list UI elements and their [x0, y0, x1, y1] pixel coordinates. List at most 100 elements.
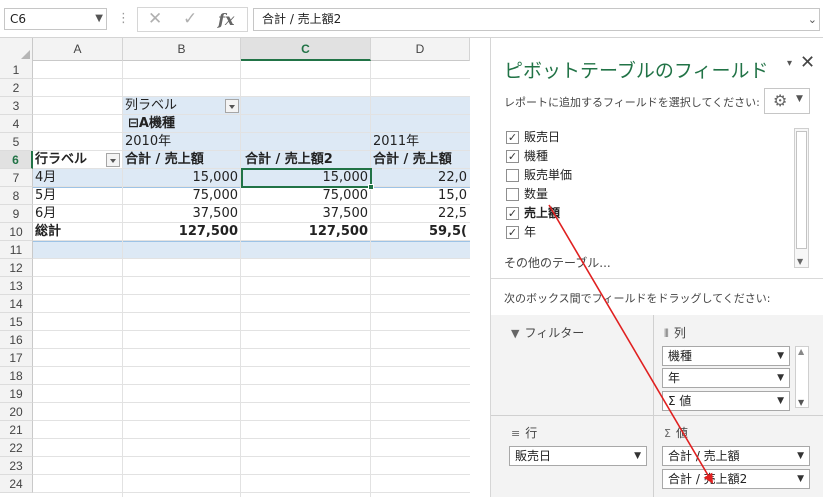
gridline-row	[33, 492, 470, 493]
formula-input[interactable]: 合計 / 売上額2 ⌄	[253, 8, 820, 31]
pivot-total-cell: 59,5(	[428, 224, 467, 239]
column-header-c[interactable]: C	[241, 38, 371, 61]
value-field-sales-sum-2[interactable]: 合計 / 売上額2 ▼	[662, 469, 810, 489]
scrollbar-thumb[interactable]	[796, 131, 807, 249]
checkbox[interactable]: ✓	[506, 226, 519, 239]
row-header-8[interactable]: 8	[0, 187, 33, 205]
close-icon[interactable]: ✕	[800, 52, 815, 73]
row-header-24[interactable]: 24	[0, 475, 33, 493]
chevron-down-icon[interactable]: ▼	[797, 447, 804, 465]
scroll-up-icon[interactable]: ▲	[798, 347, 804, 356]
row-header-15[interactable]: 15	[0, 313, 33, 331]
row-header-16[interactable]: 16	[0, 331, 33, 349]
column-field-values[interactable]: Σ 値 ▼	[662, 391, 790, 411]
field-list-scrollbar[interactable]: ▼	[794, 128, 809, 268]
scroll-down-icon[interactable]: ▼	[798, 398, 804, 407]
sigma-icon: Σ	[664, 427, 671, 440]
gridline-row	[33, 348, 470, 349]
name-box[interactable]: C6 ▼	[4, 8, 107, 30]
row-header-19[interactable]: 19	[0, 385, 33, 403]
fill-handle[interactable]	[368, 184, 374, 190]
cancel-icon[interactable]: ✕	[148, 8, 162, 31]
chevron-down-icon[interactable]: ▼	[95, 9, 103, 29]
row-header-10[interactable]: 10	[0, 223, 33, 241]
column-header-d[interactable]: D	[371, 38, 470, 61]
chevron-down-icon[interactable]: ▼	[777, 392, 784, 410]
row-header-3[interactable]: 3	[0, 97, 33, 115]
row-header-5[interactable]: 5	[0, 133, 33, 151]
pivot-column-labels-header: 列ラベル	[125, 98, 178, 113]
value-field-sales-sum[interactable]: 合計 / 売上額 ▼	[662, 446, 810, 466]
row-header-20[interactable]: 20	[0, 403, 33, 421]
worksheet-grid[interactable]: A B C D 1 2 3 4 5 6 7 8 9 10 11 12 13 14 15 16 17 18 19 20 2…	[0, 38, 470, 497]
checkbox[interactable]	[506, 169, 519, 182]
select-all-button[interactable]	[0, 38, 33, 61]
row-header-18[interactable]: 18	[0, 367, 33, 385]
field-label: 販売日	[524, 130, 561, 144]
row-header-7[interactable]: 7	[0, 169, 33, 187]
check-icon[interactable]: ✓	[183, 8, 197, 31]
row-header-23[interactable]: 23	[0, 457, 33, 475]
row-header-22[interactable]: 22	[0, 439, 33, 457]
row-header-11[interactable]: 11	[0, 241, 33, 259]
row-header-21[interactable]: 21	[0, 421, 33, 439]
gridline-row	[33, 366, 470, 367]
column-header-b[interactable]: B	[123, 38, 241, 61]
gridline-row	[33, 330, 470, 331]
checkbox[interactable]: ✓	[506, 207, 519, 220]
row-field-sales-date[interactable]: 販売日 ▼	[509, 446, 647, 466]
row-labels-filter-button[interactable]	[106, 153, 120, 167]
pivot-row-label: 5月	[35, 188, 57, 203]
expand-formula-icon[interactable]: ⌄	[808, 9, 817, 30]
rows-area-title: ≡ 行	[511, 426, 538, 440]
pivot-row-label: 4月	[35, 170, 57, 185]
field-label: 販売単価	[524, 168, 573, 182]
drag-fields-prompt: 次のボックス間でフィールドをドラッグしてください:	[504, 292, 771, 305]
checkbox[interactable]	[506, 188, 519, 201]
chevron-down-icon[interactable]: ▼	[797, 470, 804, 488]
more-tables-link[interactable]: その他のテーブル...	[504, 254, 611, 271]
row-header-6[interactable]: 6	[0, 151, 33, 169]
pivot-fields-panel: ピボットテーブルのフィールド ▾ ✕ レポートに追加するフィールドを選択してくだ…	[490, 38, 823, 497]
gridline-row	[33, 294, 470, 295]
scroll-down-icon[interactable]: ▼	[797, 257, 803, 266]
checkbox[interactable]: ✓	[506, 131, 519, 144]
row-header-14[interactable]: 14	[0, 295, 33, 313]
select-all-icon	[21, 50, 30, 59]
pivot-value-cell: 75,000	[192, 188, 239, 203]
row-header-2[interactable]: 2	[0, 79, 33, 97]
filter-icon: ▼	[511, 327, 520, 340]
gridline-row	[33, 438, 470, 439]
area-divider-vertical	[653, 315, 654, 497]
row-header-12[interactable]: 12	[0, 259, 33, 277]
rows-icon: ≡	[511, 427, 521, 440]
gridline-row	[33, 276, 470, 277]
row-header-13[interactable]: 13	[0, 277, 33, 295]
row-header-4[interactable]: 4	[0, 115, 33, 133]
pivot-value-cell: 37,500	[192, 206, 239, 221]
pivot-group-label[interactable]: ⊟A機種	[128, 115, 268, 133]
row-header-17[interactable]: 17	[0, 349, 33, 367]
gridline-row	[33, 474, 470, 475]
column-field-year[interactable]: 年 ▼	[662, 368, 790, 388]
columns-area-scrollbar[interactable]: ▲ ▼	[795, 346, 809, 408]
row-header-1[interactable]: 1	[0, 61, 33, 79]
row-header-9[interactable]: 9	[0, 205, 33, 223]
checkbox[interactable]: ✓	[506, 150, 519, 163]
formula-text: 合計 / 売上額2	[262, 12, 342, 26]
column-field-model[interactable]: 機種 ▼	[662, 346, 790, 366]
pivot-areas: ▼ フィルター ⦀ 列 機種 ▼ 年 ▼ Σ 値 ▼ ▲ ▼ ≡ 行 販売日 ▼ Σ値 合計 …	[491, 315, 823, 497]
panel-options-icon[interactable]: ▾	[787, 58, 792, 69]
chevron-down-icon[interactable]: ▼	[634, 447, 641, 465]
chevron-down-icon[interactable]: ▼	[777, 369, 784, 387]
area-divider-horizontal	[491, 415, 823, 416]
pivot-row-label: 6月	[35, 206, 57, 221]
insert-function-button[interactable]: fx	[218, 8, 234, 31]
gridline-row	[33, 456, 470, 457]
column-header-a[interactable]: A	[33, 38, 123, 61]
tools-button[interactable]: ⚙ ▼	[764, 88, 810, 114]
cell-area[interactable]: 列ラベル ⊟A機種 2010年 2011年 行ラベル 合計 / 売上額 合計 /…	[33, 61, 470, 497]
column-labels-filter-button[interactable]	[225, 99, 239, 113]
pivot-value-cell: 37,500	[322, 206, 369, 221]
chevron-down-icon[interactable]: ▼	[777, 347, 784, 365]
